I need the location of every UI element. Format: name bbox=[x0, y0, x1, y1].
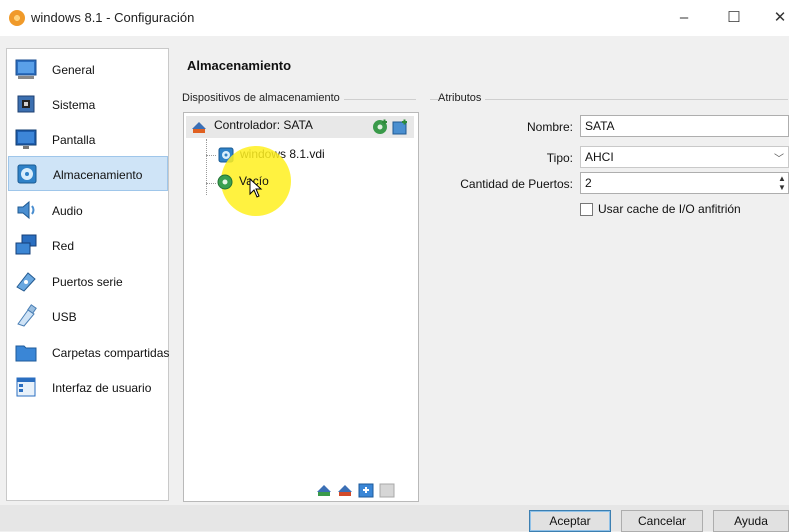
host-io-cache-checkbox[interactable] bbox=[580, 203, 593, 216]
sidebar-item-user-interface[interactable]: Interfaz de usuario bbox=[8, 370, 168, 405]
type-select[interactable]: AHCI ﹀ bbox=[580, 146, 789, 168]
optical-disc-icon bbox=[217, 174, 233, 190]
tree-connector bbox=[206, 155, 216, 156]
sidebar-item-storage[interactable]: Almacenamiento bbox=[8, 156, 168, 191]
display-icon bbox=[15, 129, 37, 149]
storage-tree[interactable]: Controlador: SATA windows 8.1.vdi bbox=[183, 112, 419, 502]
add-optical-drive-icon[interactable] bbox=[372, 119, 388, 135]
sidebar-item-label: Almacenamiento bbox=[53, 168, 143, 182]
add-attachment-icon[interactable] bbox=[358, 482, 374, 498]
add-controller-icon[interactable] bbox=[316, 482, 332, 498]
settings-sidebar: General Sistema Pantalla Almacenamiento … bbox=[6, 48, 169, 501]
shared-folders-icon bbox=[15, 345, 37, 362]
title-bar: windows 8.1 - Configuración – ☐ ✕ bbox=[0, 0, 789, 36]
general-icon bbox=[15, 59, 37, 79]
close-button[interactable]: ✕ bbox=[760, 4, 789, 32]
maximize-button[interactable]: ☐ bbox=[714, 4, 754, 32]
host-io-cache-label: Usar cache de I/O anfitrión bbox=[598, 202, 741, 216]
name-label: Nombre: bbox=[526, 120, 573, 134]
sidebar-item-label: USB bbox=[52, 310, 77, 324]
storage-icon bbox=[17, 164, 37, 184]
sidebar-item-system[interactable]: Sistema bbox=[8, 87, 168, 122]
sidebar-item-label: Red bbox=[52, 239, 75, 253]
settings-window: windows 8.1 - Configuración – ☐ ✕ Genera… bbox=[0, 0, 789, 532]
sidebar-item-label: Audio bbox=[52, 204, 83, 218]
sidebar-item-label: Puertos serie bbox=[52, 275, 123, 289]
sidebar-item-network[interactable]: Red bbox=[8, 228, 168, 263]
sidebar-item-label: Interfaz de usuario bbox=[52, 381, 152, 395]
sidebar-item-label: General bbox=[52, 63, 95, 77]
sidebar-item-usb[interactable]: USB bbox=[8, 299, 168, 334]
sidebar-item-audio[interactable]: Audio bbox=[8, 193, 168, 228]
tree-item-label: Controlador: SATA bbox=[214, 118, 313, 132]
sidebar-item-label: Carpetas compartidas bbox=[52, 346, 170, 360]
sidebar-item-general[interactable]: General bbox=[8, 52, 168, 87]
sidebar-item-serial-ports[interactable]: Puertos serie bbox=[8, 264, 168, 299]
attributes-group-label: Atributos bbox=[438, 92, 486, 104]
type-select-value: AHCI bbox=[585, 150, 614, 164]
sidebar-item-shared-folders[interactable]: Carpetas compartidas bbox=[8, 335, 170, 370]
port-count-label: Cantidad de Puertos: bbox=[460, 177, 573, 191]
remove-attachment-icon[interactable] bbox=[379, 482, 395, 498]
serial-ports-icon bbox=[16, 272, 36, 292]
remove-controller-icon[interactable] bbox=[337, 482, 353, 498]
tree-item-optical-drive[interactable]: Vacío bbox=[217, 172, 297, 198]
minimize-button[interactable]: – bbox=[664, 4, 704, 32]
chevron-down-icon: ﹀ bbox=[774, 154, 784, 165]
page-title: Almacenamiento bbox=[187, 58, 292, 73]
spin-arrows-icon[interactable]: ▲ ▼ bbox=[777, 174, 787, 192]
user-interface-icon bbox=[16, 377, 36, 397]
port-count-stepper[interactable]: 2 ▲ ▼ bbox=[580, 172, 789, 194]
sidebar-item-display[interactable]: Pantalla bbox=[8, 122, 168, 157]
system-icon bbox=[17, 95, 35, 113]
controller-icon bbox=[192, 122, 206, 133]
type-label: Tipo: bbox=[546, 151, 573, 165]
name-field[interactable]: SATA bbox=[580, 115, 789, 137]
audio-icon bbox=[17, 200, 35, 220]
tree-item-controller[interactable]: Controlador: SATA bbox=[186, 116, 414, 138]
window-title: windows 8.1 - Configuración bbox=[31, 10, 195, 25]
usb-icon bbox=[17, 304, 37, 327]
virtualbox-app-icon bbox=[9, 10, 25, 26]
port-count-value: 2 bbox=[585, 176, 592, 190]
add-hard-disk-icon[interactable] bbox=[392, 119, 408, 135]
cancel-button[interactable]: Cancelar bbox=[621, 510, 703, 532]
help-button[interactable]: Ayuda bbox=[713, 510, 789, 532]
tree-connector bbox=[206, 183, 216, 184]
tree-connector bbox=[206, 139, 207, 195]
accept-button[interactable]: Aceptar bbox=[529, 510, 611, 532]
storage-devices-group-label: Dispositivos de almacenamiento bbox=[182, 92, 344, 104]
network-icon bbox=[15, 234, 37, 255]
mouse-cursor-icon bbox=[249, 178, 263, 198]
sidebar-item-label: Sistema bbox=[52, 98, 96, 112]
sidebar-item-label: Pantalla bbox=[52, 133, 96, 147]
